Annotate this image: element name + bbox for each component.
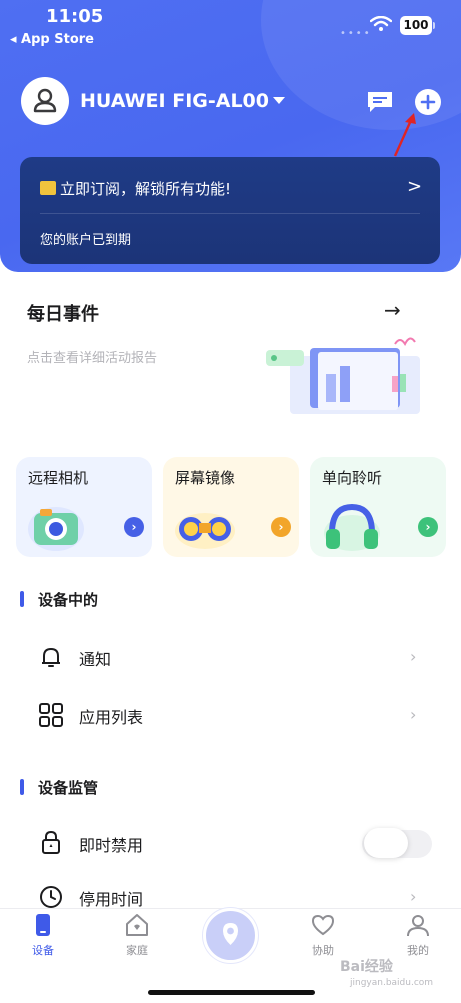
account-expired-text: 您的账户已到期 bbox=[40, 233, 132, 248]
battery-tip bbox=[433, 22, 435, 29]
toggle-knob[interactable] bbox=[364, 828, 408, 858]
go-button[interactable]: › bbox=[124, 517, 144, 537]
arrow-right-icon[interactable]: → bbox=[384, 298, 401, 322]
headphones-icon bbox=[324, 503, 380, 551]
card-label: 单向聆听 bbox=[322, 469, 383, 487]
divider bbox=[40, 213, 420, 214]
chevron-right-icon[interactable]: › bbox=[410, 705, 416, 724]
daily-events-title: 每日事件 bbox=[27, 304, 99, 325]
tab-label: 我的 bbox=[407, 944, 429, 957]
tab-assist[interactable]: 协助 bbox=[293, 912, 353, 958]
tab-devices[interactable]: 设备 bbox=[13, 912, 73, 958]
report-illustration bbox=[266, 337, 420, 414]
notifications-item[interactable]: 通知 bbox=[79, 646, 111, 670]
chevron-right-icon[interactable]: › bbox=[410, 887, 416, 906]
chevron-right-icon[interactable]: › bbox=[410, 647, 416, 666]
tab-family[interactable]: 家庭 bbox=[107, 912, 167, 958]
watermark-url: jingyan.baidu.com bbox=[350, 978, 434, 988]
watermark: Bai经验 bbox=[340, 959, 393, 975]
binoculars-icon bbox=[175, 513, 235, 549]
daily-events-subtitle: 点击查看详细活动报告 bbox=[27, 351, 158, 366]
home-icon bbox=[126, 914, 148, 936]
bell-icon bbox=[42, 647, 60, 667]
app-list-item[interactable]: 应用列表 bbox=[79, 704, 143, 728]
tab-profile[interactable]: 我的 bbox=[388, 912, 448, 958]
location-icon bbox=[223, 923, 238, 945]
section-title: 设备中的 bbox=[38, 591, 99, 609]
wifi-icon bbox=[370, 16, 392, 31]
tab-label: 设备 bbox=[32, 944, 54, 957]
status-time: 11:05 bbox=[46, 6, 104, 27]
clock-icon bbox=[40, 886, 62, 908]
crown-icon bbox=[40, 181, 56, 195]
heart-icon bbox=[311, 914, 335, 936]
go-button[interactable]: › bbox=[271, 517, 291, 537]
location-button[interactable] bbox=[203, 908, 258, 963]
annotation-arrow bbox=[393, 113, 416, 157]
profile-icon bbox=[407, 915, 429, 937]
chevron-down-icon[interactable] bbox=[273, 97, 285, 104]
downtime-item[interactable]: 停用时间 bbox=[79, 886, 143, 910]
lock-icon bbox=[42, 830, 60, 854]
device-name[interactable]: HUAWEI FIG-AL00 bbox=[80, 90, 269, 112]
remote-camera-card[interactable]: 远程相机 › bbox=[16, 457, 152, 557]
user-icon bbox=[33, 88, 57, 113]
signal-icon: •••• bbox=[340, 28, 372, 39]
screen-mirror-card[interactable]: 屏幕镜像 › bbox=[163, 457, 299, 557]
camera-icon bbox=[28, 507, 84, 551]
section-marker bbox=[20, 779, 24, 795]
section-title: 设备监管 bbox=[38, 779, 99, 797]
section-marker bbox=[20, 591, 24, 607]
tab-label: 家庭 bbox=[126, 944, 148, 957]
card-label: 远程相机 bbox=[28, 469, 89, 487]
back-to-app-store[interactable]: ◂ App Store bbox=[10, 32, 94, 47]
device-icon bbox=[36, 914, 50, 936]
go-button[interactable]: › bbox=[418, 517, 438, 537]
subscription-promo: 立即订阅，解锁所有功能! bbox=[60, 180, 232, 198]
avatar[interactable] bbox=[21, 77, 69, 125]
instant-block-item: 即时禁用 bbox=[79, 836, 144, 855]
battery-indicator: 100 bbox=[400, 16, 432, 35]
grid-icon bbox=[39, 703, 63, 727]
chevron-right-icon: > bbox=[407, 176, 423, 197]
card-label: 屏幕镜像 bbox=[175, 469, 236, 487]
subscription-card[interactable]: 立即订阅，解锁所有功能! > 您的账户已到期 bbox=[20, 157, 440, 264]
one-way-listen-card[interactable]: 单向聆听 › bbox=[310, 457, 446, 557]
home-indicator[interactable] bbox=[148, 990, 315, 995]
